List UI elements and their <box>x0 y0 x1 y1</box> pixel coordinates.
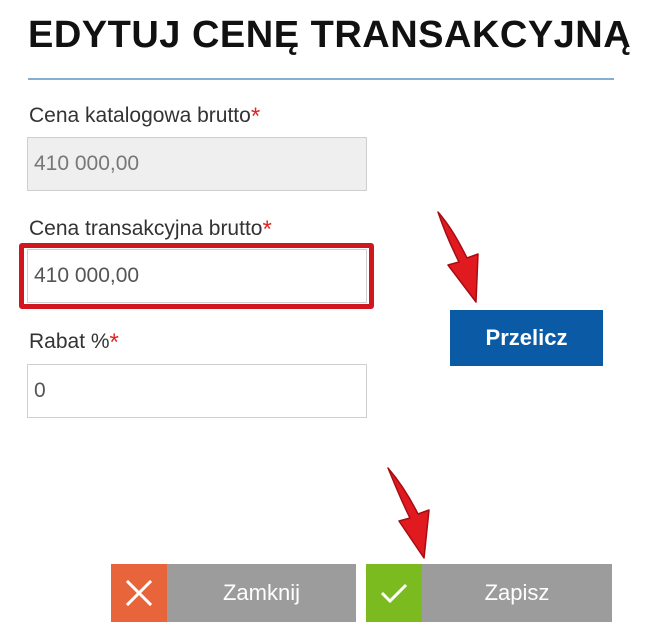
close-button-label: Zamknij <box>222 580 300 605</box>
list-price-field <box>27 137 367 191</box>
red-arrow-icon <box>387 467 430 559</box>
highlight-frame <box>19 243 374 309</box>
edit-transaction-price-dialog: EDYTUJ CENĘ TRANSAKCYJNĄ Cena katalogowa… <box>0 0 648 628</box>
save-button-label: Zapisz <box>484 580 550 605</box>
title-divider <box>28 78 614 80</box>
red-arrow-icon <box>437 211 479 303</box>
list-price-label-text: Cena katalogowa brutto <box>29 104 251 127</box>
check-icon <box>366 564 422 622</box>
discount-label: Rabat %* <box>29 327 119 356</box>
transaction-price-label-text: Cena transakcyjna brutto <box>29 217 263 240</box>
close-button[interactable]: Zamknij <box>111 564 356 622</box>
required-mark: * <box>250 103 261 130</box>
close-icon <box>111 564 167 622</box>
dialog-title: EDYTUJ CENĘ TRANSAKCYJNĄ <box>28 14 632 56</box>
required-mark: * <box>262 216 272 243</box>
transaction-price-label: Cena transakcyjna brutto* <box>29 214 272 243</box>
discount-field[interactable] <box>27 364 367 418</box>
recalculate-button[interactable]: Przelicz <box>450 310 603 366</box>
required-mark: * <box>109 329 119 356</box>
save-button[interactable]: Zapisz <box>366 564 612 622</box>
list-price-label: Cena katalogowa brutto* <box>29 101 261 130</box>
discount-label-text: Rabat % <box>29 330 110 353</box>
